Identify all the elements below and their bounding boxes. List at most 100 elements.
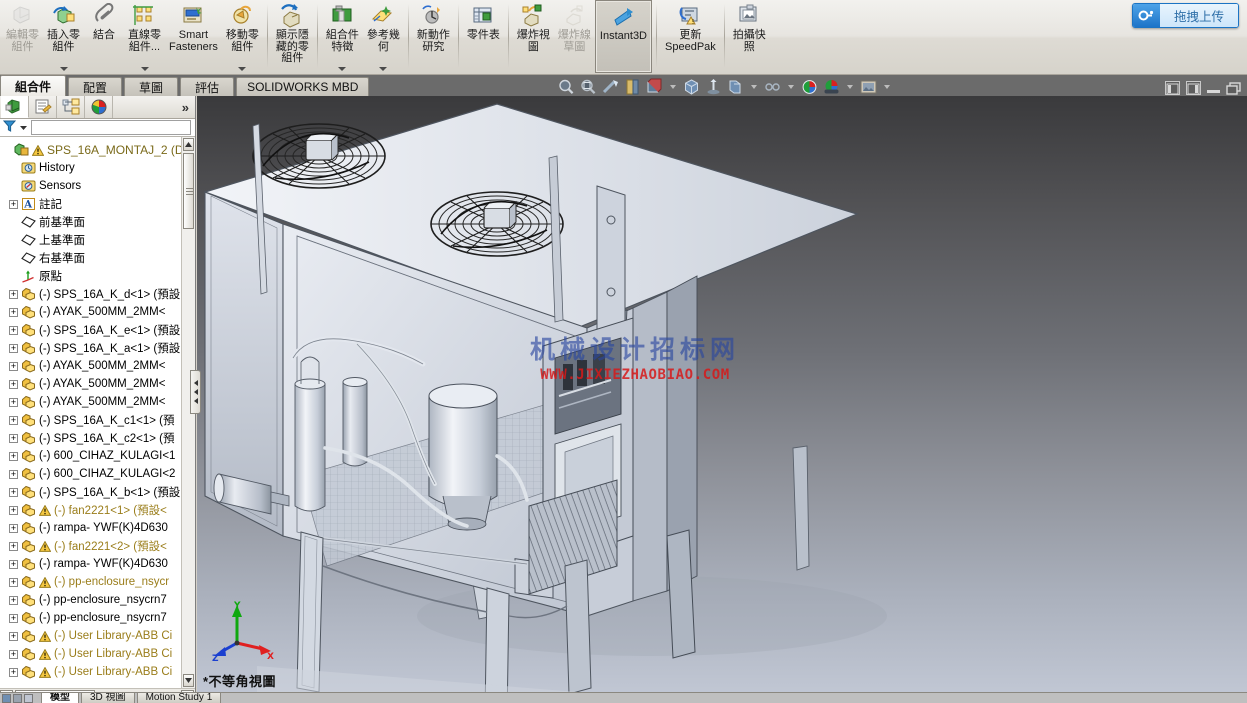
chevron-down-icon[interactable] <box>379 67 388 71</box>
ribbon-command-update-speedpak[interactable]: 更新 SpeedPak <box>661 0 720 73</box>
tree-expand-toggle[interactable]: + <box>9 199 18 209</box>
tree-expand-toggle[interactable]: + <box>9 361 18 371</box>
configuration-manager-icon[interactable] <box>57 96 85 118</box>
chevron-down-icon[interactable] <box>847 85 853 89</box>
zoom-to-area-icon[interactable] <box>579 78 598 96</box>
ribbon-command-smart-fasteners[interactable]: Smart Fasteners <box>165 0 222 73</box>
tree-expand-toggle[interactable]: + <box>9 541 18 551</box>
scroll-up-arrow[interactable] <box>183 138 194 151</box>
feature-tree-item[interactable]: + (-) User Library-ABB Ci <box>0 627 181 645</box>
feature-tree-item[interactable]: + (-) AYAK_500MM_2MM< <box>0 357 181 375</box>
tree-expand-toggle[interactable]: + <box>9 397 18 407</box>
chevron-down-icon[interactable] <box>140 67 149 71</box>
feature-tree-item[interactable]: + (-) rampa- YWF(K)4D630 <box>0 555 181 573</box>
feature-tree-item[interactable]: + A 註記 <box>0 195 181 213</box>
ribbon-tab-1[interactable]: 配置 <box>68 77 123 96</box>
ribbon-tab-0[interactable]: 組合件 <box>0 75 67 96</box>
feature-tree-item[interactable]: + (-) SPS_16A_K_e<1> (預設 <box>0 321 181 339</box>
ribbon-command-take-snapshot[interactable]: 拍攝快 照 <box>729 0 770 73</box>
chevron-down-icon[interactable] <box>884 85 890 89</box>
restore-icon[interactable] <box>1226 81 1241 95</box>
feature-tree[interactable]: SPS_16A_MONTAJ_2 (De History Sensors + A 註記 前基… <box>0 137 195 688</box>
filter-funnel-icon[interactable] <box>2 119 17 137</box>
tree-expand-toggle[interactable]: + <box>9 433 18 443</box>
status-tab-1[interactable]: 3D 視圖 <box>81 693 135 703</box>
scrollbar-thumb[interactable] <box>183 153 194 229</box>
status-tab-0[interactable]: 模型 <box>41 693 79 703</box>
panel-collapse-handle[interactable] <box>190 370 201 414</box>
feature-tree-item[interactable]: + (-) AYAK_500MM_2MM< <box>0 303 181 321</box>
restore-right-icon[interactable] <box>1186 81 1201 95</box>
apply-scene-glasses-icon[interactable] <box>763 78 782 96</box>
tree-expand-toggle[interactable]: + <box>9 613 18 623</box>
feature-tree-item[interactable]: + (-) AYAK_500MM_2MM< <box>0 393 181 411</box>
feature-tree-item[interactable]: + (-) SPS_16A_K_a<1> (預設 <box>0 339 181 357</box>
chevron-down-icon[interactable] <box>59 67 68 71</box>
edit-appearance-icon[interactable] <box>726 78 745 96</box>
feature-tree-item[interactable]: + (-) SPS_16A_K_b<1> (預設 <box>0 483 181 501</box>
feature-tree-item[interactable]: + (-) pp-enclosure_nsycrn7 <box>0 609 181 627</box>
feature-tree-item[interactable]: Sensors <box>0 177 181 195</box>
chevron-down-icon[interactable] <box>19 119 28 137</box>
tree-expand-toggle[interactable]: + <box>9 415 18 425</box>
tree-expand-toggle[interactable]: + <box>9 523 18 533</box>
drag-upload-button[interactable]: 拖拽上传 <box>1131 3 1239 28</box>
ribbon-command-linear-component-pattern[interactable]: 直線零 組件... <box>124 0 165 73</box>
chevron-down-icon[interactable] <box>670 85 676 89</box>
tree-expand-toggle[interactable]: + <box>9 505 18 515</box>
tree-expand-toggle[interactable]: + <box>9 451 18 461</box>
tree-expand-toggle[interactable]: + <box>9 307 18 317</box>
feature-tree-item[interactable]: + (-) SPS_16A_K_c2<1> (預 <box>0 429 181 447</box>
restore-left-icon[interactable] <box>1165 81 1180 95</box>
graphics-viewport[interactable]: 机械设计招标网 WWW.JIXIEZHAOBIAO.COM Y X Z *不等角… <box>197 96 1247 703</box>
ribbon-tab-3[interactable]: 評估 <box>180 77 235 96</box>
feature-tree-item[interactable]: + (-) rampa- YWF(K)4D630 <box>0 519 181 537</box>
feature-tree-item[interactable]: 右基準面 <box>0 249 181 267</box>
feature-tree-item[interactable]: SPS_16A_MONTAJ_2 (De <box>0 141 181 159</box>
section-view-icon[interactable] <box>623 78 642 96</box>
chevron-down-icon[interactable] <box>788 85 794 89</box>
status-tab-2[interactable]: Motion Study 1 <box>136 693 222 703</box>
display-manager-icon[interactable] <box>85 96 113 118</box>
tree-expand-toggle[interactable]: + <box>9 379 18 389</box>
tree-expand-toggle[interactable]: + <box>9 631 18 641</box>
tree-expand-toggle[interactable]: + <box>9 487 18 497</box>
scene-image-icon[interactable] <box>859 78 878 96</box>
ribbon-command-explode-line-sketch[interactable]: 爆炸線 草圖 <box>554 0 595 73</box>
scroll-down-arrow[interactable] <box>183 674 194 687</box>
feature-tree-filter-input[interactable] <box>31 120 191 135</box>
chevron-down-icon[interactable] <box>238 67 247 71</box>
feature-tree-item[interactable]: History <box>0 159 181 177</box>
view-settings-sphere-icon[interactable] <box>800 78 819 96</box>
feature-tree-item[interactable]: + (-) fan2221<1> (預設< <box>0 501 181 519</box>
ribbon-command-new-motion-study[interactable]: 新動作 研究 <box>413 0 454 73</box>
feature-tree-item[interactable]: 前基準面 <box>0 213 181 231</box>
minimize-icon[interactable] <box>1207 81 1220 95</box>
ribbon-tab-2[interactable]: 草圖 <box>124 77 179 96</box>
tree-expand-toggle[interactable]: + <box>9 577 18 587</box>
ribbon-tab-4[interactable]: SOLIDWORKS MBD <box>236 77 370 96</box>
feature-manager-more-button[interactable]: » <box>182 100 195 115</box>
ribbon-command-bill-of-materials[interactable]: 零件表 <box>463 0 504 73</box>
previous-view-icon[interactable] <box>601 78 620 96</box>
ribbon-command-mate-paperclip[interactable]: 結合 <box>84 0 124 73</box>
feature-tree-item[interactable]: + (-) 600_CIHAZ_KULAGI<2 <box>0 465 181 483</box>
ribbon-command-reference-geometry[interactable]: 參考幾 何 <box>363 0 404 73</box>
hide-show-items-icon[interactable] <box>704 78 723 96</box>
tree-expand-toggle[interactable]: + <box>9 343 18 353</box>
tree-expand-toggle[interactable]: + <box>9 595 18 605</box>
feature-tree-item[interactable]: + (-) SPS_16A_K_c1<1> (預 <box>0 411 181 429</box>
chiller-assembly-model[interactable] <box>197 96 1247 703</box>
property-manager-icon[interactable] <box>29 96 57 118</box>
appearances-sphere-icon[interactable] <box>822 78 841 96</box>
chevron-down-icon[interactable] <box>338 67 347 71</box>
display-style-cube-icon[interactable] <box>645 78 664 96</box>
view-orientation-icon[interactable] <box>682 78 701 96</box>
zoom-to-fit-icon[interactable] <box>557 78 576 96</box>
feature-tree-item[interactable]: + (-) 600_CIHAZ_KULAGI<1 <box>0 447 181 465</box>
tree-expand-toggle[interactable]: + <box>9 559 18 569</box>
feature-tree-item[interactable]: + (-) SPS_16A_K_d<1> (預設 <box>0 285 181 303</box>
feature-tree-item[interactable]: + (-) pp-enclosure_nsycr <box>0 573 181 591</box>
feature-tree-icon[interactable] <box>1 96 29 118</box>
tree-expand-toggle[interactable]: + <box>9 469 18 479</box>
